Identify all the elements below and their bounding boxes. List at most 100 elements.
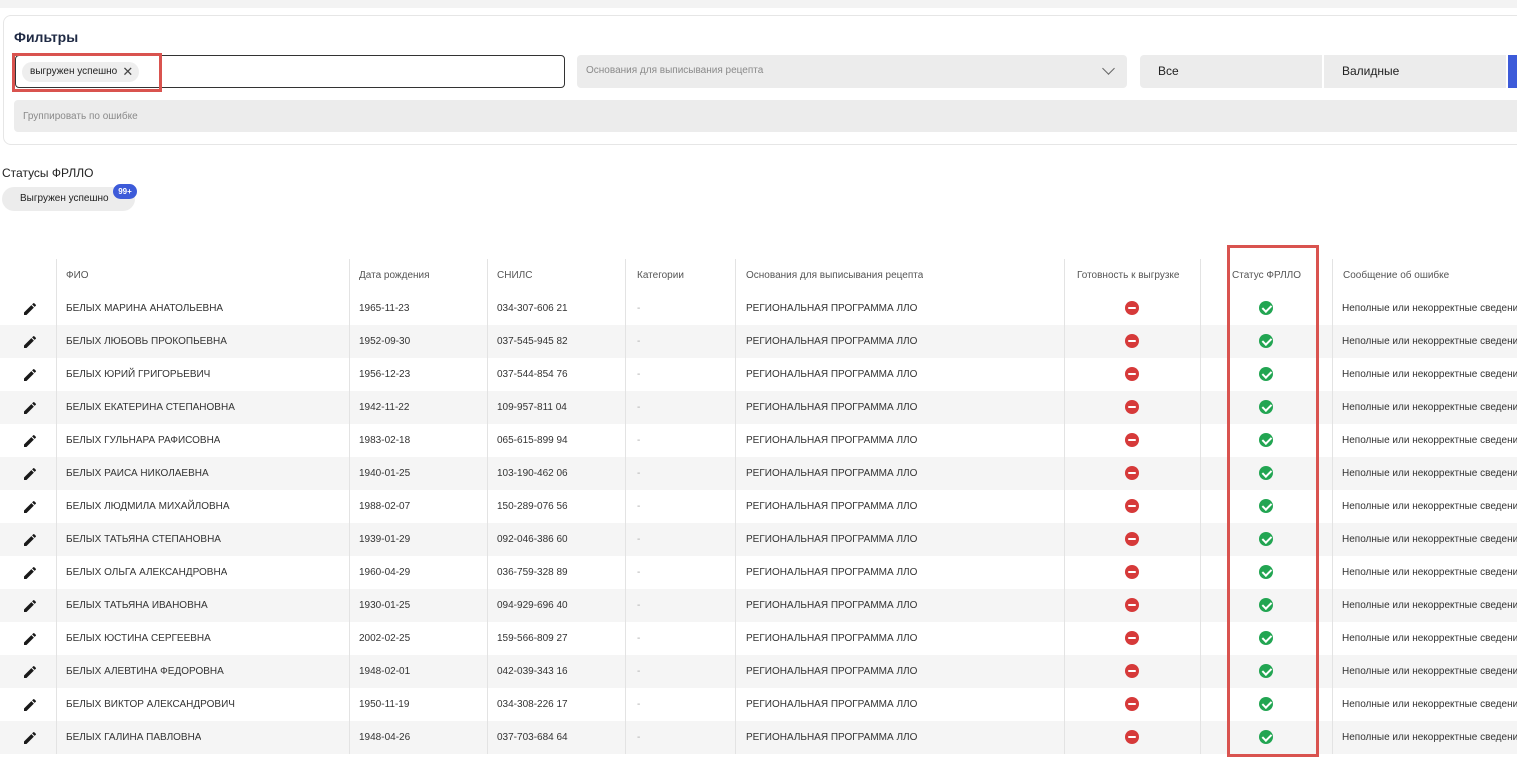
column-divider [56,721,57,754]
cell-basis: РЕГИОНАЛЬНАЯ ПРОГРАММА ЛЛО [746,699,918,710]
column-header[interactable]: Категории [637,259,684,292]
check-circle-icon [1259,697,1273,711]
column-divider [735,556,736,589]
basis-select[interactable]: Основания для выписывания рецепта [577,55,1127,88]
table-row[interactable]: БЕЛЫХ ВИКТОР АЛЕКСАНДРОВИЧ 1950-11-19 034-… [0,688,1517,721]
cell-snils: 037-545-945 82 [497,336,568,347]
table-row[interactable]: БЕЛЫХ ТАТЬЯНА СТЕПАНОВНА 1939-01-29 092-04… [0,523,1517,556]
column-header[interactable]: Основания для выписывания рецепта [746,259,923,292]
column-header[interactable]: Готовность к выгрузке [1077,259,1179,292]
cell-birth: 1942-11-22 [359,402,410,413]
cell-message: Неполные или некорректные сведения [1342,732,1517,743]
column-divider [735,325,736,358]
minus-circle-icon [1125,367,1139,381]
edit-pencil-icon[interactable] [22,367,38,383]
column-divider [1200,556,1201,589]
cell-birth: 1948-02-01 [359,666,411,677]
column-divider [735,391,736,424]
check-circle-icon [1259,565,1273,579]
table-row[interactable]: БЕЛЫХ ГАЛИНА ПАВЛОВНА 1948-04-26 037-703-6… [0,721,1517,754]
column-divider [56,556,57,589]
table-row[interactable]: БЕЛЫХ РАИСА НИКОЛАЕВНА 1940-01-25 103-190-… [0,457,1517,490]
close-icon[interactable]: ✕ [122,62,133,82]
table-row[interactable]: БЕЛЫХ ЮСТИНА СЕРГЕЕВНА 2002-02-25 159-566-… [0,622,1517,655]
validity-active-button[interactable] [1508,55,1517,88]
edit-pencil-icon[interactable] [22,400,38,416]
cell-basis: РЕГИОНАЛЬНАЯ ПРОГРАММА ЛЛО [746,501,918,512]
column-divider [56,391,57,424]
table-row[interactable]: БЕЛЫХ ЮРИЙ ГРИГОРЬЕВИЧ 1956-12-23 037-544-… [0,358,1517,391]
table-row[interactable]: БЕЛЫХ МАРИНА АНАТОЛЬЕВНА 1965-11-23 034-30… [0,292,1517,325]
status-count-badge: 99+ [113,184,137,199]
validity-valid-button[interactable]: Валидные [1324,55,1506,88]
table-row[interactable]: БЕЛЫХ ТАТЬЯНА ИВАНОВНА 1930-01-25 094-929-… [0,589,1517,622]
check-circle-icon [1259,400,1273,414]
status-filter-chip[interactable]: выгружен успешно ✕ [22,62,140,82]
edit-pencil-icon[interactable] [22,664,38,680]
edit-pencil-icon[interactable] [22,433,38,449]
column-divider [1200,622,1201,655]
column-header[interactable]: ФИО [66,259,89,292]
table-row[interactable]: БЕЛЫХ ЛЮДМИЛА МИХАЙЛОВНА 1988-02-07 150-28… [0,490,1517,523]
edit-pencil-icon[interactable] [22,301,38,317]
column-divider [56,589,57,622]
column-divider [349,589,350,622]
column-header[interactable]: СНИЛС [497,259,532,292]
group-by-error-select[interactable]: Группировать по ошибке [14,100,1517,132]
edit-pencil-icon[interactable] [22,565,38,581]
column-divider [625,556,626,589]
cell-category: - [637,369,641,380]
cell-basis: РЕГИОНАЛЬНАЯ ПРОГРАММА ЛЛО [746,534,918,545]
column-divider [1064,622,1065,655]
column-divider [56,622,57,655]
column-header[interactable]: Сообщение об ошибке [1343,259,1449,292]
column-divider [349,391,350,424]
column-divider [1064,655,1065,688]
column-divider [56,655,57,688]
column-divider [1064,457,1065,490]
cell-birth: 1965-11-23 [359,303,410,314]
table-row[interactable]: БЕЛЫХ ЕКАТЕРИНА СТЕПАНОВНА 1942-11-22 109-… [0,391,1517,424]
edit-pencil-icon[interactable] [22,697,38,713]
column-divider [735,523,736,556]
column-divider [735,292,736,325]
column-divider [1200,325,1201,358]
column-divider [625,424,626,457]
edit-pencil-icon[interactable] [22,631,38,647]
column-divider [1064,556,1065,589]
cell-name: БЕЛЫХ ГАЛИНА ПАВЛОВНА [66,732,202,743]
cell-birth: 1950-11-19 [359,699,410,710]
cell-basis: РЕГИОНАЛЬНАЯ ПРОГРАММА ЛЛО [746,666,918,677]
edit-pencil-icon[interactable] [22,466,38,482]
edit-pencil-icon[interactable] [22,598,38,614]
edit-pencil-icon[interactable] [22,730,38,746]
table-row[interactable]: БЕЛЫХ АЛЕВТИНА ФЕДОРОВНА 1948-02-01 042-03… [0,655,1517,688]
column-divider [1200,391,1201,424]
cell-name: БЕЛЫХ ЮРИЙ ГРИГОРЬЕВИЧ [66,369,211,380]
column-divider [735,490,736,523]
cell-name: БЕЛЫХ ВИКТОР АЛЕКСАНДРОВИЧ [66,699,235,710]
table-row[interactable]: БЕЛЫХ ЛЮБОВЬ ПРОКОПЬЕВНА 1952-09-30 037-54… [0,325,1517,358]
column-header[interactable]: Статус ФРЛЛО [1232,259,1301,292]
validity-all-button[interactable]: Все [1140,55,1322,88]
column-divider [1064,325,1065,358]
edit-pencil-icon[interactable] [22,334,38,350]
column-header[interactable]: Дата рождения [359,259,430,292]
column-divider [349,556,350,589]
column-divider [625,523,626,556]
column-divider [487,358,488,391]
column-divider [625,655,626,688]
check-circle-icon [1259,433,1273,447]
edit-pencil-icon[interactable] [22,499,38,515]
cell-message: Неполные или некорректные сведения [1342,402,1517,413]
column-divider [625,457,626,490]
cell-basis: РЕГИОНАЛЬНАЯ ПРОГРАММА ЛЛО [746,633,918,644]
column-divider [349,292,350,325]
cell-name: БЕЛЫХ МАРИНА АНАТОЛЬЕВНА [66,303,224,314]
table-row[interactable]: БЕЛЫХ ОЛЬГА АЛЕКСАНДРОВНА 1960-04-29 036-7… [0,556,1517,589]
edit-pencil-icon[interactable] [22,532,38,548]
cell-snils: 109-957-811 04 [497,402,567,413]
column-divider [735,457,736,490]
cell-basis: РЕГИОНАЛЬНАЯ ПРОГРАММА ЛЛО [746,600,918,611]
table-row[interactable]: БЕЛЫХ ГУЛЬНАРА РАФИСОВНА 1983-02-18 065-61… [0,424,1517,457]
